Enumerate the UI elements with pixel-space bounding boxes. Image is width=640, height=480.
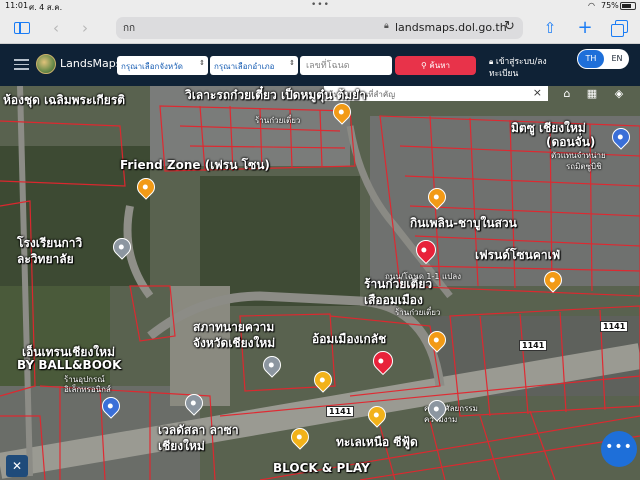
multitask-dots-icon[interactable]: ••• xyxy=(311,0,330,10)
login-label-line1: เข้าสู่ระบบ/ลง xyxy=(495,57,547,67)
chevron-left-icon[interactable]: ‹ xyxy=(46,18,66,38)
tools-icon[interactable]: ✕ xyxy=(6,455,28,477)
district-select[interactable]: กรุณาเลือกอำเภอ ⇕ xyxy=(210,56,298,75)
map-label: BLOCK & PLAY xyxy=(273,461,370,475)
lang-th-button[interactable]: TH xyxy=(578,50,604,68)
map-label: เชียงใหม่ xyxy=(158,439,205,453)
tab-text: กก xyxy=(123,23,136,34)
landsmaps-logo xyxy=(36,54,56,74)
lock-icon: 🔒︎ xyxy=(489,57,496,66)
home-icon[interactable]: ⌂ xyxy=(556,86,578,101)
menu-icon[interactable] xyxy=(14,59,29,70)
search-button-label: ค้นหา xyxy=(429,61,450,70)
language-toggle[interactable]: TH EN xyxy=(577,49,629,69)
map-label: ละวิทยาลัย xyxy=(17,252,74,266)
map-label: จังหวัดเชียงใหม่ xyxy=(193,336,276,350)
map-label: BY BALL&BOOK xyxy=(17,358,122,372)
status-time: 11:01 xyxy=(5,1,29,10)
map-label: ทะเลเหนือ ซีฟู้ด xyxy=(336,435,418,449)
status-bar: 11:01 ศ. 4 ส.ค. ••• ◠ 75% xyxy=(0,0,640,12)
browser-toolbar: ‹ › กก 🔒︎ landsmaps.dol.go.th ↻ ⇧ + xyxy=(0,12,640,44)
map-label: ห้องชุด เฉลิมพระเกียรติ xyxy=(3,93,126,107)
battery-percent: 75% xyxy=(601,1,619,10)
share-icon[interactable]: ⇧ xyxy=(540,18,560,38)
route-badge: 1141 xyxy=(519,340,548,351)
brand-name: LandsMaps xyxy=(60,57,122,70)
more-actions-button[interactable]: ••• xyxy=(601,431,637,467)
map-label: Friend Zone (เฟรน โซน) xyxy=(120,158,270,172)
reload-icon[interactable]: ↻ xyxy=(504,19,515,34)
lock-icon: 🔒︎ xyxy=(384,21,389,31)
chevron-updown-icon: ⇕ xyxy=(289,59,295,67)
chevron-updown-icon: ⇕ xyxy=(199,59,205,67)
lang-en-button[interactable]: EN xyxy=(607,50,627,68)
province-select-value: กรุณาเลือกจังหวัด xyxy=(121,62,183,71)
chevron-right-icon[interactable]: › xyxy=(75,18,95,38)
app-header: LandsMaps กรุณาเลือกจังหวัด ⇕ กรุณาเลือก… xyxy=(0,44,640,86)
map-label: อ้อมเมืองเกลัช xyxy=(312,332,387,346)
district-select-value: กรุณาเลือกอำเภอ xyxy=(214,62,275,71)
grid-icon[interactable]: ▦ xyxy=(581,86,603,101)
map-label: อิเล็กทรอนิกส์ xyxy=(64,385,111,394)
address-bar[interactable]: กก 🔒︎ landsmaps.dol.go.th ↻ xyxy=(116,17,523,39)
login-label-line2: ทะเบียน xyxy=(489,69,519,79)
route-badge: 1141 xyxy=(600,321,629,332)
login-link[interactable]: 🔒︎ เข้าสู่ระบบ/ลง ทะเบียน xyxy=(489,56,569,80)
wifi-icon: ◠ xyxy=(588,1,595,10)
deed-number-input[interactable] xyxy=(300,56,392,75)
layers-icon[interactable]: ◈ xyxy=(608,86,630,101)
battery-icon xyxy=(620,2,636,10)
sidebar-icon[interactable] xyxy=(14,22,30,34)
map-label: รถมิตซูบิชิ xyxy=(566,162,602,171)
map-label: เฟรนด์โซนคาเฟ่ xyxy=(475,248,561,262)
plus-icon[interactable]: + xyxy=(575,18,595,38)
map-label: ร้านก๋วยเตี๋ยว xyxy=(395,308,441,317)
route-badge: 1141 xyxy=(326,406,355,417)
close-icon[interactable]: × xyxy=(533,86,542,99)
map-label: กินเพลิน-ชาบูในสวน xyxy=(410,216,517,230)
map-canvas[interactable]: ค้นหาสถานที่สำคัญ × ⌂ ▦ ◈ ห้องชุด เฉลิมพ… xyxy=(0,86,640,480)
tabs-icon[interactable] xyxy=(611,20,628,37)
map-label: ถนน/โฉนด 1-1 แปลง xyxy=(385,272,462,281)
url-text[interactable]: landsmaps.dol.go.th xyxy=(395,21,507,34)
search-button[interactable]: ⚲ ค้นหา xyxy=(395,56,476,75)
map-label: ร้านก๋วยเตี๋ยว xyxy=(255,116,301,125)
province-select[interactable]: กรุณาเลือกจังหวัด ⇕ xyxy=(117,56,208,75)
